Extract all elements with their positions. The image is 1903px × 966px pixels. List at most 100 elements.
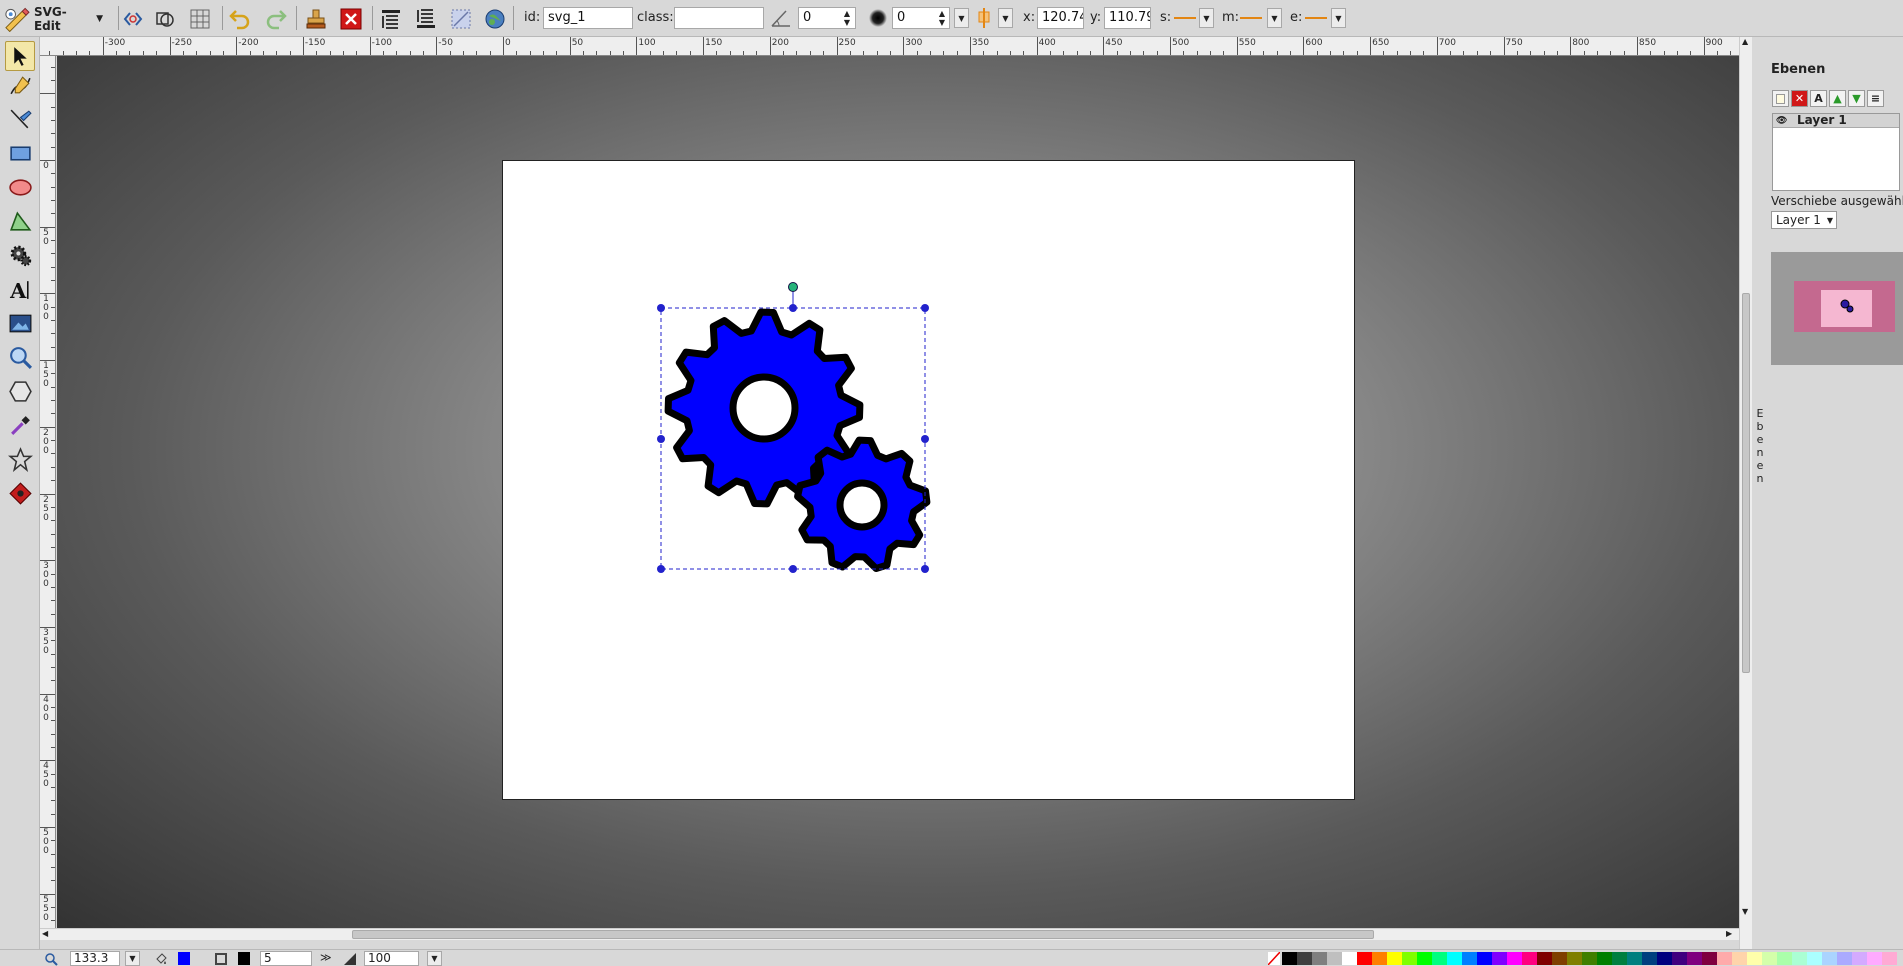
- palette-swatch[interactable]: [1372, 952, 1387, 965]
- layers-side-tab[interactable]: Ebenen: [1754, 407, 1766, 485]
- palette-swatch[interactable]: [1717, 952, 1732, 965]
- app-menu-button[interactable]: SVG-Edit ▼: [3, 4, 103, 33]
- palette-swatch[interactable]: [1597, 952, 1612, 965]
- fill-color-swatch[interactable]: [178, 952, 190, 965]
- resize-grip[interactable]: [657, 435, 665, 443]
- palette-swatch[interactable]: [1867, 952, 1882, 965]
- star-tool[interactable]: [5, 444, 35, 474]
- text-tool[interactable]: A: [5, 274, 35, 304]
- vertical-scrollbar[interactable]: ▲ ▼: [1739, 37, 1752, 949]
- blur-spinner[interactable]: ▲ ▼: [937, 8, 947, 28]
- palette-swatch[interactable]: [1477, 952, 1492, 965]
- horizontal-scrollbar[interactable]: ◀ ▶: [40, 928, 1739, 940]
- marker-mid-dropdown[interactable]: ▼: [1267, 8, 1282, 28]
- resize-grip[interactable]: [921, 565, 929, 573]
- palette-swatch[interactable]: [1537, 952, 1552, 965]
- vertical-scroll-thumb[interactable]: [1742, 293, 1750, 673]
- layer-row[interactable]: 👁 Layer 1: [1773, 114, 1899, 128]
- shapelib-tool[interactable]: [5, 240, 35, 270]
- link-button[interactable]: [481, 5, 508, 32]
- palette-swatch[interactable]: [1447, 952, 1462, 965]
- id-input[interactable]: svg_1: [543, 7, 633, 29]
- zoom-dropdown[interactable]: ▼: [125, 951, 140, 966]
- zoom-input[interactable]: 133.3: [70, 951, 120, 966]
- delete-layer-button[interactable]: ✕: [1791, 90, 1808, 107]
- move-to-layer-select[interactable]: Layer 1 ▼: [1771, 211, 1837, 229]
- palette-swatch[interactable]: [1327, 952, 1342, 965]
- palette-swatch[interactable]: [1582, 952, 1597, 965]
- select-tool[interactable]: [5, 41, 35, 71]
- angle-spinner[interactable]: ▲ ▼: [842, 8, 852, 28]
- stroke-width-input[interactable]: 5: [260, 951, 312, 966]
- palette-swatch[interactable]: [1747, 952, 1762, 965]
- palette-swatch[interactable]: [1702, 952, 1717, 965]
- palette-swatch[interactable]: [1507, 952, 1522, 965]
- stroke-color-swatch[interactable]: [238, 952, 250, 965]
- resize-grip[interactable]: [657, 565, 665, 573]
- move-to-bottom-button[interactable]: [412, 5, 439, 32]
- palette-swatch[interactable]: [1777, 952, 1792, 965]
- ellipse-tool[interactable]: [5, 172, 35, 202]
- marker-end-dropdown[interactable]: ▼: [1331, 8, 1346, 28]
- palette-swatch[interactable]: [1732, 952, 1747, 965]
- resize-grip[interactable]: [789, 304, 797, 312]
- palette-swatch[interactable]: [1687, 952, 1702, 965]
- resize-grip[interactable]: [789, 565, 797, 573]
- source-button[interactable]: [119, 5, 146, 32]
- line-tool[interactable]: [5, 104, 35, 134]
- selected-gears-drawing[interactable]: [57, 56, 1739, 928]
- palette-swatch[interactable]: [1627, 952, 1642, 965]
- horizontal-scroll-thumb[interactable]: [352, 930, 1374, 939]
- opacity-input[interactable]: 100: [364, 951, 419, 966]
- palette-swatch[interactable]: [1672, 952, 1687, 965]
- palette-swatch[interactable]: [1882, 952, 1897, 965]
- new-layer-button[interactable]: [1772, 90, 1789, 107]
- palette-swatch[interactable]: [1417, 952, 1432, 965]
- scroll-right-icon[interactable]: ▶: [1726, 929, 1732, 938]
- resize-grip[interactable]: [921, 435, 929, 443]
- eye-icon[interactable]: 👁: [1776, 115, 1787, 128]
- wireframe-button[interactable]: [151, 5, 178, 32]
- class-input[interactable]: [674, 7, 764, 29]
- clone-button[interactable]: [302, 5, 329, 32]
- palette-swatch[interactable]: [1492, 952, 1507, 965]
- palette-swatch[interactable]: [1837, 952, 1852, 965]
- x-input[interactable]: 120.743: [1037, 7, 1084, 29]
- canvas-overview[interactable]: [1771, 252, 1903, 365]
- no-color-swatch[interactable]: [1268, 952, 1280, 965]
- y-input[interactable]: 110.796: [1104, 7, 1151, 29]
- palette-swatch[interactable]: [1822, 952, 1837, 965]
- palette-swatch[interactable]: [1387, 952, 1402, 965]
- palette-swatch[interactable]: [1657, 952, 1672, 965]
- palette-swatch[interactable]: [1297, 952, 1312, 965]
- move-layer-up-button[interactable]: ▲: [1829, 90, 1846, 107]
- palette-swatch[interactable]: [1282, 952, 1297, 965]
- blur-dropdown[interactable]: ▼: [954, 8, 969, 28]
- grid-button[interactable]: [186, 5, 213, 32]
- align-dropdown[interactable]: ▼: [998, 8, 1013, 28]
- eyedropper-tool[interactable]: [5, 410, 35, 440]
- rectangle-tool[interactable]: [5, 138, 35, 168]
- move-to-top-button[interactable]: [377, 5, 404, 32]
- rotate-handle[interactable]: [788, 282, 798, 292]
- redo-button[interactable]: [262, 5, 289, 32]
- palette-swatch[interactable]: [1552, 952, 1567, 965]
- palette-swatch[interactable]: [1852, 952, 1867, 965]
- undo-button[interactable]: [226, 5, 253, 32]
- scroll-up-icon[interactable]: ▲: [1742, 37, 1748, 46]
- palette-swatch[interactable]: [1642, 952, 1657, 965]
- scroll-left-icon[interactable]: ◀: [42, 929, 48, 938]
- layer-menu-button[interactable]: ≡: [1867, 90, 1884, 107]
- palette-swatch[interactable]: [1522, 952, 1537, 965]
- palette-swatch[interactable]: [1462, 952, 1477, 965]
- palette-swatch[interactable]: [1312, 952, 1327, 965]
- resize-grip[interactable]: [657, 304, 665, 312]
- scroll-down-icon[interactable]: ▼: [1742, 907, 1748, 916]
- convert-to-path-button[interactable]: [447, 5, 474, 32]
- work-area[interactable]: [57, 56, 1739, 928]
- palette-swatch[interactable]: [1357, 952, 1372, 965]
- resize-grip[interactable]: [921, 304, 929, 312]
- pencil-tool[interactable]: [5, 70, 35, 100]
- palette-swatch[interactable]: [1342, 952, 1357, 965]
- zoom-tool[interactable]: [5, 342, 35, 372]
